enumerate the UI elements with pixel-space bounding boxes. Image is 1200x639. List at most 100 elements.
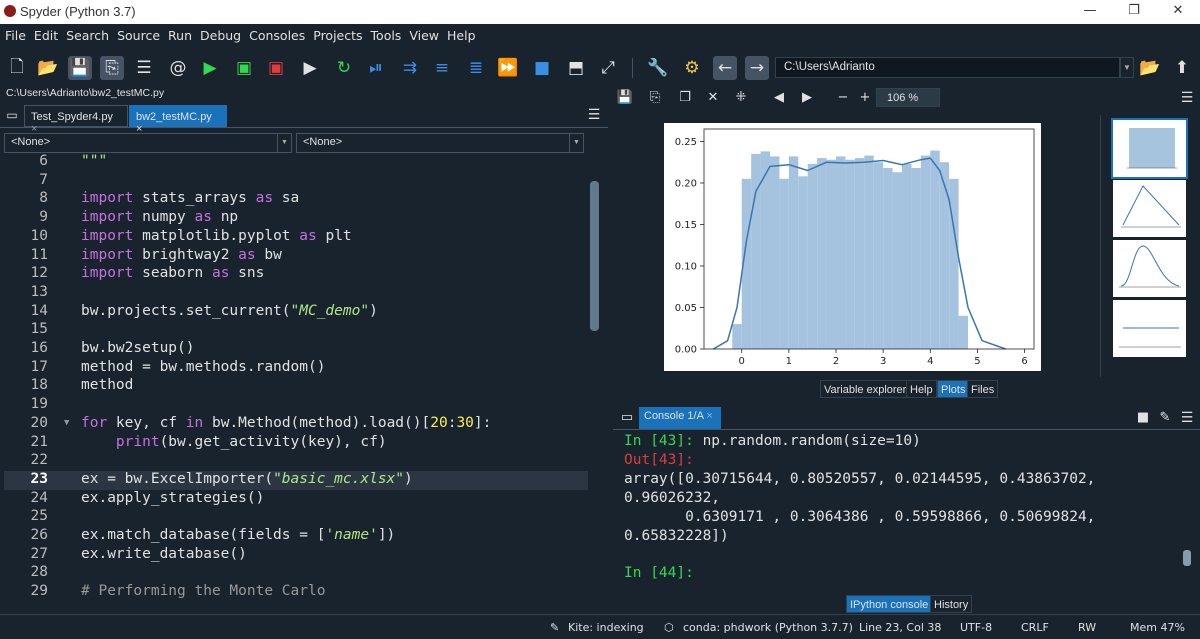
browse-tabs-icon[interactable]: ▭: [2, 104, 22, 126]
forward-arrow-icon[interactable]: →: [745, 56, 769, 80]
close-button[interactable]: ✕: [1156, 0, 1200, 24]
minimize-button[interactable]: —: [1068, 0, 1112, 24]
run-icon[interactable]: ▶: [198, 56, 222, 80]
previous-plot-icon[interactable]: ◀: [769, 88, 789, 108]
tab-test-spyder4[interactable]: Test_Spyder4.py ×: [24, 105, 128, 135]
class-function-selector: <None> ▼ <None> ▼: [4, 133, 604, 153]
save-all-plots-icon[interactable]: ⎘: [645, 88, 665, 108]
step-return-icon[interactable]: ≣: [464, 56, 488, 80]
stop-icon[interactable]: ■: [530, 56, 554, 80]
spyder-window: Spyder (Python 3.7) — ❐ ✕ File Edit Search…: [0, 0, 1200, 639]
function-combo[interactable]: <None> ▼: [296, 133, 584, 153]
menu-search[interactable]: Search: [61, 24, 112, 43]
menu-tools[interactable]: Tools: [366, 24, 405, 43]
save-all-icon[interactable]: ⎘: [100, 56, 124, 80]
maximize-button[interactable]: ❐: [1112, 0, 1156, 24]
fullscreen-icon[interactable]: ⤢: [596, 56, 620, 80]
console-options-menu-icon[interactable]: ☰: [1177, 408, 1197, 428]
remove-plot-icon[interactable]: ✕: [703, 88, 723, 108]
preferences-wrench-icon[interactable]: 🔧: [646, 56, 670, 80]
console-scrollbar[interactable]: [1181, 432, 1193, 577]
y-tick-label: 0.15: [675, 220, 697, 231]
title-bar: Spyder (Python 3.7) — ❐ ✕: [0, 0, 1200, 24]
at-icon[interactable]: @: [166, 56, 190, 80]
code-line: 28: [30, 564, 48, 581]
close-icon[interactable]: ×: [706, 410, 712, 422]
code-line: 18 method: [30, 377, 134, 394]
ipython-console[interactable]: In [43]: np.random.random(size=10) Out[4…: [620, 432, 1180, 582]
working-directory-dropdown-icon[interactable]: ▼: [1120, 57, 1134, 78]
editor-options-menu-icon[interactable]: ☰: [584, 104, 604, 126]
zoom-in-icon[interactable]: +: [855, 88, 875, 108]
toolbar-separator: [632, 58, 633, 78]
menu-view[interactable]: View: [404, 24, 442, 43]
tab-history[interactable]: History: [930, 595, 973, 613]
menu-run[interactable]: Run: [163, 24, 195, 43]
tab-ipython-console[interactable]: IPython console: [846, 595, 933, 613]
new-file-icon[interactable]: 🗋: [5, 56, 29, 80]
fold-arrow-icon: ▼: [64, 417, 70, 428]
thumbnail-uniform[interactable]: [1113, 300, 1186, 357]
tab-plots[interactable]: Plots: [937, 380, 970, 398]
tab-bw2-testmc[interactable]: bw2_testMC.py ×: [129, 105, 227, 135]
rerun-icon[interactable]: ↻: [332, 56, 356, 80]
tab-console-1a[interactable]: Console 1/A ×: [639, 407, 721, 429]
run-cell-advance-icon[interactable]: ▣: [264, 56, 288, 80]
run-cell-icon[interactable]: ▣: [232, 56, 256, 80]
menu-projects[interactable]: Projects: [308, 24, 365, 43]
back-arrow-icon[interactable]: ←: [713, 56, 737, 80]
copy-plot-icon[interactable]: ❐: [675, 88, 695, 108]
continue-icon[interactable]: ⏩: [496, 56, 520, 80]
menu-source[interactable]: Source: [112, 24, 163, 43]
menu-file[interactable]: File: [0, 24, 29, 43]
code-line: 9 import numpy as np: [39, 209, 239, 226]
menu-help[interactable]: Help: [442, 24, 479, 43]
kite-status: Kite: indexing: [568, 621, 644, 634]
tab-variable-explorer[interactable]: Variable explorer: [820, 380, 911, 398]
histogram-bar: [788, 156, 799, 349]
thumbnail-triangular[interactable]: [1113, 180, 1186, 237]
editor-scrollbar[interactable]: [588, 153, 602, 608]
menu-consoles[interactable]: Consoles: [244, 24, 308, 43]
menu-edit[interactable]: Edit: [29, 24, 61, 43]
maximize-pane-icon[interactable]: ⬒: [564, 56, 588, 80]
console-prompt[interactable]: In [44]:: [624, 565, 703, 581]
plots-options-menu-icon[interactable]: ☰: [1177, 88, 1197, 108]
thumbnail-histogram[interactable]: [1111, 118, 1188, 179]
code-line: 26 ex.match_database(fields = ['name']): [30, 527, 396, 543]
interrupt-kernel-icon[interactable]: ■: [1133, 408, 1153, 428]
tab-help[interactable]: Help: [906, 380, 937, 398]
browse-consoles-icon[interactable]: ▭: [617, 408, 637, 428]
step-icon[interactable]: ⇉: [398, 56, 422, 80]
menu-debug[interactable]: Debug: [195, 24, 244, 43]
next-plot-icon[interactable]: ▶: [797, 88, 817, 108]
scroll-thumb[interactable]: [1183, 550, 1191, 566]
run-selection-icon[interactable]: ▶: [298, 56, 322, 80]
step-into-icon[interactable]: ≡: [430, 56, 454, 80]
thumbnail-lognormal[interactable]: [1113, 240, 1186, 297]
save-icon[interactable]: 💾: [68, 56, 92, 80]
browse-folder-icon[interactable]: 📂: [1138, 56, 1162, 80]
list-icon[interactable]: ☰: [132, 56, 156, 80]
code-editor[interactable]: 6 """ 7 8 import stats_arrays as sa 9 impor…: [4, 153, 588, 608]
code-line: 21 print(bw.get_activity(key), cf): [30, 433, 387, 450]
debug-icon[interactable]: ⏯: [364, 56, 388, 80]
zoom-out-icon[interactable]: −: [833, 88, 853, 108]
scroll-thumb[interactable]: [590, 181, 599, 331]
y-tick-label: 0.10: [675, 261, 697, 272]
python-path-icon[interactable]: ⚙: [680, 56, 704, 80]
remove-all-plots-icon[interactable]: ⁜: [731, 88, 751, 108]
zoom-level-input[interactable]: 106 %: [876, 88, 940, 107]
x-tick-label: 2: [833, 356, 839, 367]
working-directory-input[interactable]: C:\Users\Adrianto: [775, 57, 1120, 78]
clear-console-icon[interactable]: ✎: [1155, 408, 1175, 428]
class-combo[interactable]: <None> ▼: [4, 133, 292, 153]
open-folder-icon[interactable]: 📂: [36, 56, 60, 80]
parent-dir-icon[interactable]: ⬆: [1170, 56, 1194, 80]
tab-files[interactable]: Files: [967, 380, 999, 398]
plot-thumbnails: [1100, 115, 1196, 377]
x-tick-label: 5: [974, 356, 980, 367]
x-tick-label: 1: [786, 356, 792, 367]
histogram-bar: [873, 162, 884, 349]
save-plot-icon[interactable]: 💾: [615, 88, 635, 108]
